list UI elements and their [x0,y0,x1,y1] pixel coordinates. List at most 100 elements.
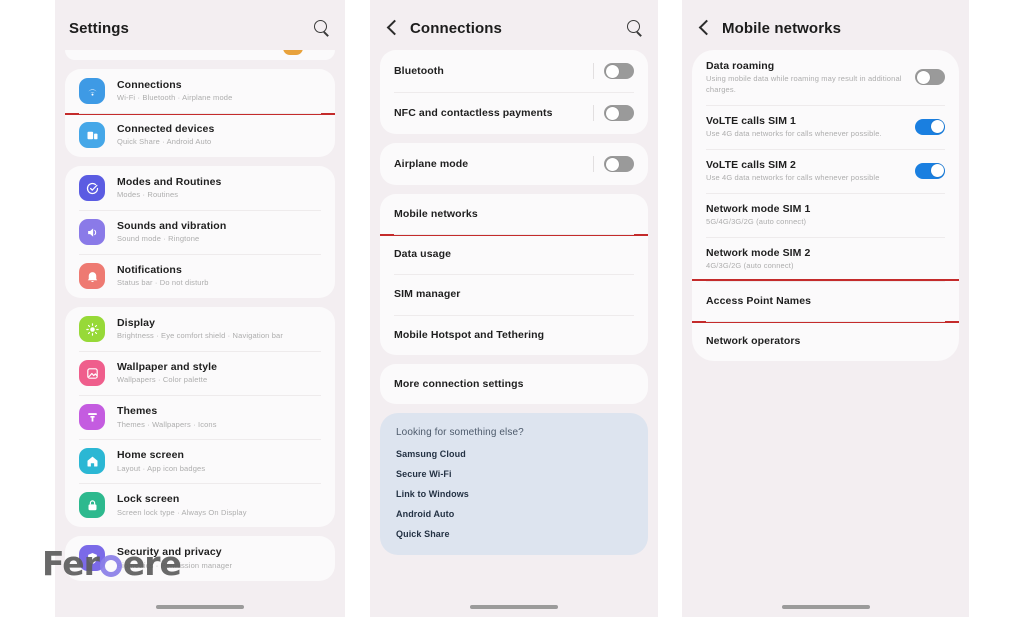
sidebar-item-connections[interactable]: Connections Wi-Fi · Bluetooth · Airplane … [65,69,335,116]
list-item-more-connection-settings[interactable]: More connection settings [380,364,648,404]
bell-icon [79,263,105,290]
toggle-switch-off[interactable] [604,63,634,79]
settings-item-label: Wallpaper and style [117,361,218,374]
sidebar-item-sounds-and-vibration[interactable]: Sounds and vibration Sound mode · Rington… [65,210,335,254]
sidebar-item-connected-devices[interactable]: Connected devices Quick Share · Android A… [65,113,335,157]
settings-item-subtitle: Sound mode · Ringtone [117,234,200,244]
settings-group-card: Display Brightness · Eye comfort shield ·… [65,307,335,528]
mobile-item-label: Access Point Names [706,295,812,308]
row-text-block: Sounds and vibration Sound mode · Rington… [117,219,321,245]
row-text-block: Mobile Hotspot and Tethering [394,328,634,342]
sidebar-item-notifications[interactable]: Notifications Status bar · Do not disturb [65,254,335,298]
settings-item-subtitle: Layout · App icon badges [117,463,206,473]
mobile-networks-scroll-area[interactable]: Data roaming Using mobile data while roam… [682,50,969,617]
row-text-block: Airplane mode [394,157,587,171]
sidebar-item-lock-screen[interactable]: Lock screen Screen lock type · Always On … [65,483,335,527]
wifi-icon [79,78,105,105]
suggestion-link-android-auto[interactable]: Android Auto [396,509,632,519]
list-item-airplane-mode[interactable]: Airplane mode [380,143,648,185]
settings-group-card: Modes and Routines Modes · Routines Sounds… [65,166,335,299]
settings-item-label: Security and privacy [117,546,222,559]
image-icon [79,360,105,387]
mobile-item-subtitle: 4G/3G/2G (auto connect) [706,261,794,271]
list-item-mobile-networks[interactable]: Mobile networks [380,194,648,237]
connections-scroll-area[interactable]: Bluetooth NFC and contactless payments Air… [370,50,658,617]
suggestion-link-link-to-windows[interactable]: Link to Windows [396,489,632,499]
settings-scroll-area[interactable]: Connections Wi-Fi · Bluetooth · Airplane … [55,50,345,617]
settings-item-label: Themes [117,405,158,418]
list-item-network-operators[interactable]: Network operators [692,321,959,361]
list-item-bluetooth[interactable]: Bluetooth [380,50,648,92]
suggestion-link-secure-wi-fi[interactable]: Secure Wi-Fi [396,469,632,479]
toggle-switch-on[interactable] [915,118,945,135]
row-text-block: Notifications Status bar · Do not disturb [117,263,321,289]
toggle-knob [605,64,619,78]
partially-scrolled-item [65,50,335,60]
settings-item-subtitle: Brightness · Eye comfort shield · Naviga… [117,331,284,341]
modes-check-icon [79,175,105,202]
themes-icon [79,404,105,431]
connections-item-label: More connection settings [394,377,524,390]
devices-icon [79,122,105,149]
list-item-data-roaming[interactable]: Data roaming Using mobile data while roam… [692,50,959,105]
page-title: Settings [69,19,129,37]
connections-group-card: Mobile networks Data usage SIM manager Mobi… [380,194,648,355]
settings-item-label: Notifications [117,264,182,277]
screenshot-stage: Settings Connections Wi-Fi · Bluetooth · … [0,0,1024,617]
row-text-block: SIM manager [394,287,634,301]
toggle-switch-on[interactable] [915,162,945,179]
settings-group-card: Security and privacy Biometrics · Permiss… [65,536,335,581]
list-item-volte-calls-sim-1[interactable]: VoLTE calls SIM 1 Use 4G data networks fo… [692,104,959,149]
list-item-network-mode-sim-1[interactable]: Network mode SIM 1 5G/4G/3G/2G (auto conn… [692,193,959,237]
phone-panel-mobile-networks: Mobile networks Data roaming Using mobile… [682,0,969,617]
list-item-sim-manager[interactable]: SIM manager [380,274,648,314]
suggestion-link-quick-share[interactable]: Quick Share [396,529,632,539]
suggestion-link-samsung-cloud[interactable]: Samsung Cloud [396,449,632,459]
back-chevron-icon[interactable] [696,19,714,37]
toggle-switch-off[interactable] [915,69,945,86]
row-text-block: Network mode SIM 1 5G/4G/3G/2G (auto conn… [706,202,945,228]
mobile-networks-header: Mobile networks [682,6,969,50]
row-text-block: Lock screen Screen lock type · Always On … [117,492,321,518]
toggle-knob [930,120,944,134]
mobile-item-label: Data roaming [706,60,775,72]
toggle-knob [605,157,619,171]
speaker-icon [79,219,105,246]
list-item-mobile-hotspot-and-tethering[interactable]: Mobile Hotspot and Tethering [380,314,648,355]
row-text-block: VoLTE calls SIM 2 Use 4G data networks fo… [706,158,905,184]
search-icon[interactable] [625,19,644,38]
list-item-volte-calls-sim-2[interactable]: VoLTE calls SIM 2 Use 4G data networks fo… [692,148,959,193]
list-item-data-usage[interactable]: Data usage [380,234,648,274]
sidebar-item-security-and-privacy[interactable]: Security and privacy Biometrics · Permiss… [65,536,335,580]
toggle-switch-off[interactable] [604,156,634,172]
mobile-item-label: Network operators [706,335,801,348]
settings-item-label: Sounds and vibration [117,220,227,233]
toggle-knob [930,164,944,178]
brightness-icon [79,316,105,343]
settings-item-label: Lock screen [117,493,180,506]
settings-item-subtitle: Biometrics · Permission manager [117,560,233,570]
settings-header: Settings [55,6,345,50]
list-item-network-mode-sim-2[interactable]: Network mode SIM 2 4G/3G/2G (auto connect… [692,237,959,281]
row-text-block: NFC and contactless payments [394,106,587,120]
toggle-switch-off[interactable] [604,105,634,121]
back-chevron-icon[interactable] [384,19,402,37]
list-item-access-point-names[interactable]: Access Point Names [692,279,959,324]
home-icon [79,448,105,475]
sidebar-item-display[interactable]: Display Brightness · Eye comfort shield ·… [65,307,335,351]
mobile-networks-card: Data roaming Using mobile data while roam… [692,50,959,362]
connections-item-label: Data usage [394,248,452,261]
search-icon[interactable] [312,19,331,38]
sidebar-item-home-screen[interactable]: Home screen Layout · App icon badges [65,439,335,483]
row-text-block: Data roaming Using mobile data while roam… [706,59,905,96]
sidebar-item-themes[interactable]: Themes Themes · Wallpapers · Icons [65,395,335,439]
settings-item-subtitle: Status bar · Do not disturb [117,278,209,288]
connections-item-label: SIM manager [394,288,461,301]
sidebar-item-modes-and-routines[interactable]: Modes and Routines Modes · Routines [65,166,335,210]
settings-item-label: Connections [117,79,182,91]
row-text-block: Mobile networks [394,207,634,221]
sidebar-item-wallpaper-and-style[interactable]: Wallpaper and style Wallpapers · Color pa… [65,351,335,395]
connections-group-list: Bluetooth NFC and contactless payments Air… [370,50,658,404]
list-item-nfc-and-contactless-payments[interactable]: NFC and contactless payments [380,92,648,134]
row-text-block: Wallpaper and style Wallpapers · Color pa… [117,360,321,386]
